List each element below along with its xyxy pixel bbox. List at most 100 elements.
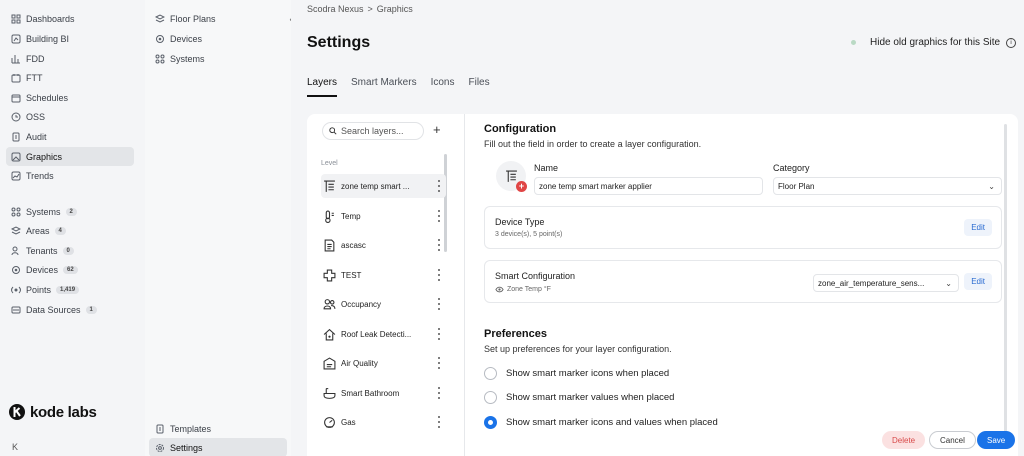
kodelabs-logo[interactable]: kode labs [8, 403, 97, 421]
layer-name: TEST [341, 270, 362, 280]
eye-icon [495, 286, 504, 293]
nav-item-systems[interactable]: Systems 2 [6, 202, 134, 221]
smart-configuration-value: zone_air_temperature_sens... [818, 278, 925, 288]
nav-item-trends[interactable]: Trends [6, 166, 134, 185]
add-icon[interactable]: + [516, 181, 527, 192]
smart-configuration-title: Smart Configuration [495, 271, 576, 281]
nav-label: Graphics [26, 151, 63, 162]
more-options-icon[interactable] [438, 328, 441, 340]
layer-item[interactable]: TEST [321, 263, 446, 287]
tab-files[interactable]: Files [468, 77, 489, 97]
more-options-icon[interactable] [438, 416, 441, 428]
nav-item-fdd[interactable]: FDD [6, 49, 134, 68]
nav-item-schedules[interactable]: Schedules [6, 88, 134, 107]
subnav-label: Devices [170, 33, 203, 44]
save-button[interactable]: Save [977, 431, 1016, 449]
radio-button-checked[interactable] [484, 416, 497, 429]
layer-icon-picker[interactable]: + [496, 161, 527, 192]
cancel-button[interactable]: Cancel [929, 431, 976, 449]
subnav-item-settings[interactable]: Settings [149, 438, 287, 456]
smart-configuration-edit-button[interactable]: Edit [964, 273, 992, 290]
pref-option-icons[interactable]: Show smart marker icons when placed [484, 367, 669, 380]
breadcrumb-root[interactable]: Scodra Nexus [307, 4, 364, 14]
more-options-icon[interactable] [438, 387, 441, 399]
category-select[interactable]: Floor Plan ⌄ [773, 177, 1002, 195]
preferences-subtitle: Set up preferences for your layer config… [484, 344, 672, 354]
thermometer-icon [321, 208, 337, 224]
subnav-label: Systems [170, 53, 205, 64]
search-box[interactable] [322, 122, 424, 140]
nav-item-areas[interactable]: Areas 4 [6, 221, 134, 240]
tab-smart-markers[interactable]: Smart Markers [351, 77, 417, 97]
subnav-item-floor-plans[interactable]: Floor Plans [149, 9, 287, 28]
air-quality-icon [321, 355, 337, 371]
form-scrollbar[interactable] [1004, 124, 1007, 442]
device-type-edit-button[interactable]: Edit [964, 219, 992, 236]
layer-item[interactable]: zone temp smart ... [321, 174, 446, 198]
pref-option-label: Show smart marker icons and values when … [506, 417, 718, 428]
tab-icons[interactable]: Icons [431, 77, 455, 97]
info-icon[interactable]: i [1006, 37, 1017, 48]
count-badge: 0 [62, 246, 74, 255]
search-icon [329, 127, 337, 135]
nav-item-ftt[interactable]: FTT [6, 68, 134, 87]
subnav-item-systems[interactable]: Systems [149, 49, 287, 68]
name-input[interactable] [534, 177, 763, 195]
layer-item[interactable]: Air Quality [321, 351, 446, 375]
more-options-icon[interactable] [438, 298, 441, 310]
chart-icon [11, 34, 21, 44]
name-label: Name [534, 163, 559, 173]
add-layer-button[interactable]: + [433, 123, 441, 137]
more-options-icon[interactable] [438, 239, 441, 251]
tenants-icon [11, 246, 21, 256]
nav-item-oss[interactable]: OSS [6, 107, 134, 126]
layer-item[interactable]: Occupancy [321, 292, 446, 316]
nav-item-audit[interactable]: Audit [6, 127, 134, 146]
more-options-icon[interactable] [438, 357, 441, 369]
layer-item[interactable]: Roof Leak Detecti... [321, 322, 446, 346]
toggle-indicator-icon[interactable] [851, 40, 856, 45]
count-badge: 1 [85, 305, 97, 314]
smart-configuration-select[interactable]: zone_air_temperature_sens... ⌄ [813, 274, 959, 292]
image-icon [11, 152, 21, 162]
hide-old-graphics-label: Hide old graphics for this Site [870, 37, 1001, 48]
collapse-sidebar-button[interactable]: K [12, 442, 18, 452]
more-options-icon[interactable] [438, 210, 441, 222]
pref-option-icons-and-values[interactable]: Show smart marker icons and values when … [484, 416, 718, 429]
count-badge: 1,419 [56, 285, 80, 294]
main-content: Scodra Nexus > Graphics Settings Hide ol… [291, 0, 1024, 456]
nav-label: Audit [26, 131, 47, 142]
smart-configuration-summary: Zone Temp °F [495, 285, 551, 294]
nav-item-points[interactable]: Points 1,419 [6, 280, 134, 299]
bathroom-icon [321, 385, 337, 401]
layer-item[interactable]: Temp [321, 204, 446, 228]
nav-label: FTT [26, 72, 43, 83]
layer-item[interactable]: ascasc [321, 233, 446, 257]
subnav-item-devices[interactable]: Devices [149, 29, 287, 48]
radio-button[interactable] [484, 367, 497, 380]
more-options-icon[interactable] [438, 269, 441, 281]
subnav-item-templates[interactable]: Templates [149, 419, 287, 438]
layer-item[interactable]: Gas [321, 410, 446, 434]
hide-old-graphics-toggle[interactable]: Hide old graphics for this Site i [851, 37, 1017, 48]
ticket-icon [11, 73, 21, 83]
more-options-icon[interactable] [438, 180, 441, 192]
secondary-sidebar: Floor Plans Devices Systems Templates Se… [145, 0, 291, 456]
nav-item-data-sources[interactable]: Data Sources 1 [6, 300, 134, 319]
nav-item-devices[interactable]: Devices 62 [6, 260, 134, 279]
layer-item[interactable]: Smart Bathroom [321, 381, 446, 405]
radio-button[interactable] [484, 391, 497, 404]
pref-option-values[interactable]: Show smart marker values when placed [484, 391, 674, 404]
layer-name: Smart Bathroom [341, 388, 400, 398]
nav-item-dashboards[interactable]: Dashboards [6, 9, 134, 28]
tab-layers[interactable]: Layers [307, 77, 338, 97]
nav-label: Trends [26, 170, 54, 181]
nav-item-building-bi[interactable]: Building BI [6, 29, 134, 48]
layer-name: zone temp smart ... [341, 181, 410, 191]
nav-item-graphics[interactable]: Graphics [6, 147, 134, 166]
nav-item-tenants[interactable]: Tenants 0 [6, 241, 134, 260]
grid-icon [11, 14, 21, 24]
delete-button[interactable]: Delete [882, 431, 926, 449]
search-input[interactable] [341, 126, 421, 136]
nav-label: Schedules [26, 92, 69, 103]
